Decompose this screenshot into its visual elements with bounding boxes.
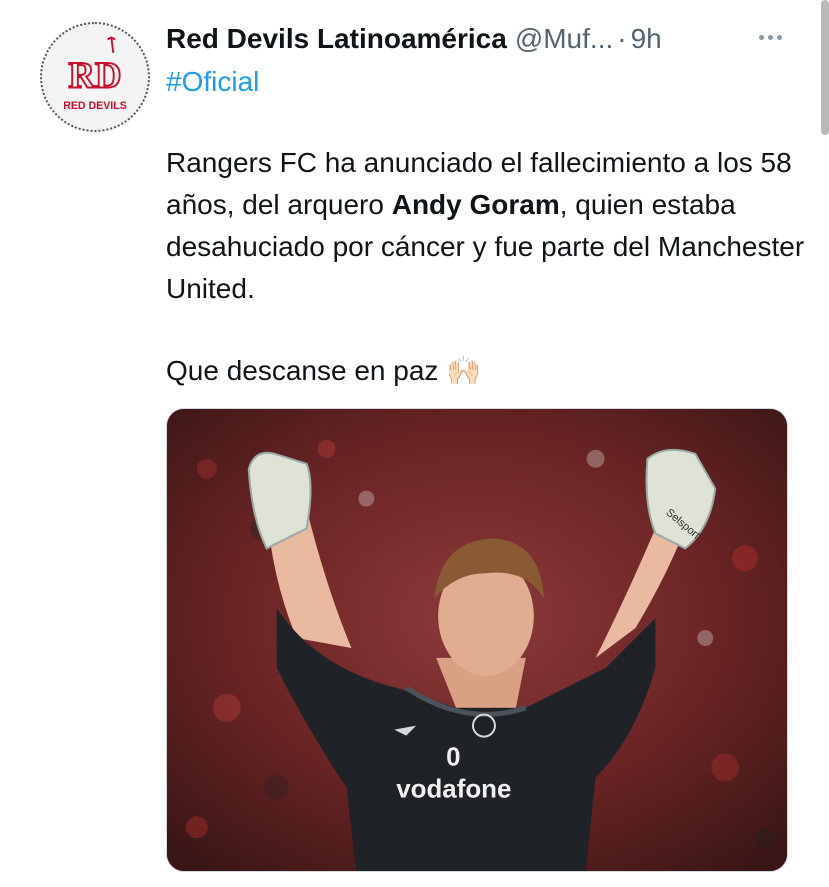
tweet-header: Red Devils Latinoamérica @Muf... · 9h	[166, 18, 662, 60]
user-handle[interactable]: @Muf...	[515, 18, 613, 60]
tweet-paragraph: Rangers FC ha anunciado el fallecimiento…	[166, 142, 806, 310]
shirt-sponsor: vodafone	[396, 775, 511, 803]
more-options-icon[interactable]	[750, 22, 790, 52]
hashtag-link[interactable]: #Oficial	[166, 62, 259, 102]
avatar[interactable]: RD RED DEVILS	[40, 22, 150, 132]
tweet-photo[interactable]: Selsport 0 vodafone	[166, 408, 788, 872]
scrollbar[interactable]	[821, 0, 829, 135]
tweet-text-bold: Andy Goram	[391, 189, 560, 220]
display-name[interactable]: Red Devils Latinoamérica	[166, 18, 507, 60]
tweet-text: Rangers FC ha anunciado el fallecimiento…	[166, 142, 806, 392]
timestamp[interactable]: 9h	[631, 18, 662, 60]
tweet[interactable]: RD RED DEVILS Red Devils Latinoamérica @…	[0, 0, 829, 887]
avatar-caption: RED DEVILS	[63, 100, 127, 112]
separator-dot: ·	[617, 23, 627, 54]
avatar-monogram: RD	[69, 55, 122, 96]
svg-text:0: 0	[446, 743, 460, 771]
tweet-paragraph: Que descanse en paz 🙌🏻	[166, 355, 482, 386]
